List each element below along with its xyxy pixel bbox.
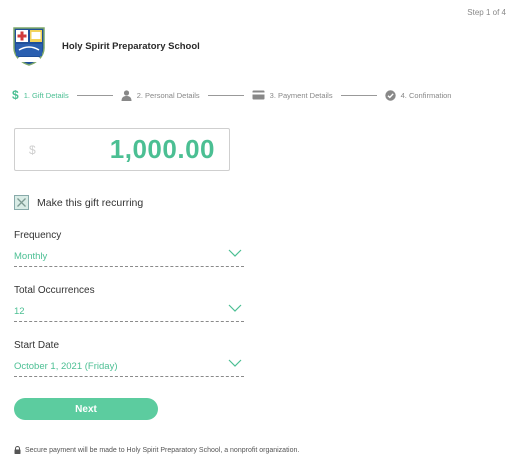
- chevron-down-icon: [228, 304, 242, 312]
- chevron-down-icon: [228, 359, 242, 367]
- frequency-select[interactable]: Monthly: [14, 249, 244, 267]
- step-confirmation: 4. Confirmation: [384, 89, 452, 101]
- next-button[interactable]: Next: [14, 398, 158, 420]
- step-connector: [207, 94, 244, 96]
- start-date-select[interactable]: October 1, 2021 (Friday): [14, 359, 244, 377]
- step-payment-details: 3. Payment Details: [252, 90, 333, 100]
- recurring-checkbox[interactable]: [14, 195, 29, 210]
- secure-payment-text: Secure payment will be made to Holy Spir…: [25, 446, 300, 454]
- gift-amount-value: 1,000.00: [109, 134, 215, 164]
- step-connector: [76, 94, 113, 96]
- recurring-label: Make this gift recurring: [37, 196, 144, 209]
- step-label-personal-details: 2. Personal Details: [136, 90, 200, 100]
- progress-steps: $ 1. Gift Details 2. Personal Details 3.…: [12, 88, 502, 102]
- step-label-confirmation: 4. Confirmation: [400, 90, 452, 100]
- gift-amount-input[interactable]: $ 1,000.00: [14, 128, 230, 171]
- step-personal-details: 2. Personal Details: [121, 89, 200, 101]
- lock-icon: [14, 446, 21, 454]
- chevron-down-icon: [228, 249, 242, 257]
- frequency-label: Frequency: [14, 230, 62, 241]
- start-date-value: October 1, 2021 (Friday): [14, 361, 118, 372]
- recurring-gift-option[interactable]: Make this gift recurring: [14, 195, 143, 210]
- currency-symbol: $: [29, 142, 36, 157]
- user-icon: [121, 89, 132, 101]
- checkbox-x-icon: [17, 198, 26, 207]
- occurrences-field: Total Occurrences 12: [14, 285, 244, 322]
- frequency-field: Frequency Monthly: [14, 230, 244, 267]
- occurrences-select[interactable]: 12: [14, 304, 244, 322]
- school-crest-logo: [13, 27, 45, 66]
- credit-card-icon: [252, 90, 265, 100]
- frequency-value: Monthly: [14, 251, 48, 262]
- step-connector: [340, 94, 377, 96]
- school-header: Holy Spirit Preparatory School: [12, 26, 200, 66]
- school-name: Holy Spirit Preparatory School: [62, 40, 200, 52]
- start-date-field: Start Date October 1, 2021 (Friday): [14, 340, 244, 377]
- step-label-payment-details: 3. Payment Details: [269, 90, 333, 100]
- occurrences-value: 12: [14, 306, 25, 317]
- step-label-gift-details: 1. Gift Details: [23, 90, 69, 100]
- step-gift-details: $ 1. Gift Details: [12, 88, 69, 102]
- start-date-label: Start Date: [14, 340, 60, 351]
- check-circle-icon: [384, 89, 396, 101]
- step-count: Step 1 of 4: [467, 8, 506, 17]
- dollar-icon: $: [12, 88, 19, 102]
- secure-payment-note: Secure payment will be made to Holy Spir…: [14, 446, 299, 454]
- occurrences-label: Total Occurrences: [14, 285, 95, 296]
